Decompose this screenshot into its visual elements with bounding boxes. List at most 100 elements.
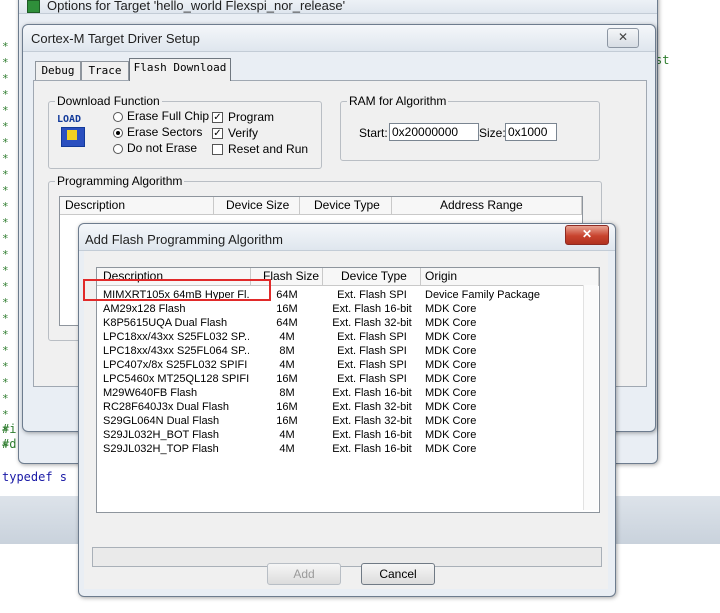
algorithm-row[interactable]: LPC407x/8x S25FL032 SPIFI 4M Ext. Flash SP… (97, 358, 583, 372)
options-titlebar: Options for Target 'hello_world Flexspi_… (19, 0, 657, 14)
algorithm-row[interactable]: S29JL032H_BOT Flash 4M Ext. Flash 16-bit MD… (97, 428, 583, 442)
cell-flash-size: 4M (279, 331, 295, 343)
reset-and-run-label: Reset and Run (228, 142, 309, 156)
add-flash-titlebar: Add Flash Programming Algorithm ✕ (79, 224, 615, 251)
gutter-marker: * (2, 120, 9, 133)
algorithm-row[interactable]: AM29x128 Flash 16M Ext. Flash 16-bit MDK Co… (97, 302, 583, 316)
col-device-size[interactable]: Device Size (214, 197, 300, 214)
programming-algorithm-header: Description Device Size Device Type Addr… (60, 197, 582, 215)
algorithm-list-scroll-area[interactable] (583, 285, 598, 510)
gutter-marker: * (2, 264, 9, 277)
gutter-marker: * (2, 232, 9, 245)
cell-device-type: Ext. Flash 32-bit (332, 415, 412, 427)
download-function-group: Download Function LOAD Erase Full Chip E… (48, 94, 322, 169)
algorithm-row[interactable]: LPC5460x MT25QL128 SPIFI 16M Ext. Flash SP… (97, 372, 583, 386)
keil-app-icon (27, 0, 40, 13)
cell-origin: MDK Core (425, 401, 477, 413)
tab-trace[interactable]: Trace (81, 61, 129, 80)
cell-flash-size: 8M (279, 345, 295, 357)
gutter-marker: * (2, 408, 9, 421)
add-flash-close-button[interactable]: ✕ (565, 225, 609, 245)
gutter-marker: * (2, 72, 9, 85)
cell-flash-size: 4M (279, 443, 295, 455)
radio-do-not-erase[interactable] (113, 144, 123, 154)
tab-flash-download[interactable]: Flash Download (129, 58, 231, 81)
editor-line-2: #d (2, 437, 17, 451)
gutter-marker: * (2, 248, 9, 261)
cell-description: AM29x128 Flash (103, 303, 186, 315)
load-icon: LOAD (57, 114, 89, 148)
gutter-marker: * (2, 168, 9, 181)
tab-debug[interactable]: Debug (35, 61, 81, 80)
col-device-type[interactable]: Device Type (300, 197, 392, 214)
cell-origin: MDK Core (425, 443, 477, 455)
algorithm-list[interactable]: Description Flash Size Device Type Origi… (96, 267, 600, 513)
program-checkbox[interactable]: ✓ (212, 112, 223, 123)
cell-description: K8P5615UQA Dual Flash (103, 317, 228, 329)
cancel-button[interactable]: Cancel (361, 563, 435, 585)
cell-description: S29JL032H_TOP Flash (103, 443, 219, 455)
add-flash-algorithm-dialog: Add Flash Programming Algorithm ✕ Descri… (78, 223, 616, 597)
col-address-range[interactable]: Address Range (392, 197, 582, 214)
cell-device-type: Ext. Flash SPI (337, 331, 407, 343)
cell-device-type: Ext. Flash 16-bit (332, 429, 412, 441)
ram-size-label: Size: (479, 126, 506, 140)
erase-sectors-label: Erase Sectors (127, 125, 203, 139)
algorithm-row[interactable]: LPC18xx/43xx S25FL064 SP... 8M Ext. Flash … (97, 344, 583, 358)
algorithm-row[interactable]: LPC18xx/43xx S25FL032 SP... 4M Ext. Flash … (97, 330, 583, 344)
add-flash-body: Description Flash Size Device Type Origi… (84, 251, 608, 589)
radio-erase-full-chip[interactable] (113, 112, 123, 122)
gutter-marker: * (2, 40, 9, 53)
cell-device-type: Ext. Flash SPI (337, 289, 407, 301)
algorithm-row[interactable]: M29W640FB Flash 8M Ext. Flash 16-bit MDK Co… (97, 386, 583, 400)
cell-origin: MDK Core (425, 317, 477, 329)
highlight-annotation-box (83, 279, 271, 301)
cell-origin: MDK Core (425, 345, 477, 357)
ram-size-input[interactable]: 0x1000 (505, 123, 557, 141)
cell-flash-size: 8M (279, 387, 295, 399)
gutter-marker: * (2, 280, 9, 293)
gutter-marker: * (2, 216, 9, 229)
load-icon-text: LOAD (57, 114, 82, 125)
col-origin[interactable]: Origin (421, 268, 599, 285)
verify-checkbox[interactable]: ✓ (212, 128, 223, 139)
cell-origin: MDK Core (425, 331, 477, 343)
gutter-marker: * (2, 136, 9, 149)
ram-start-input[interactable]: 0x20000000 (389, 123, 479, 141)
algorithm-row[interactable]: K8P5615UQA Dual Flash 64M Ext. Flash 32-bi… (97, 316, 583, 330)
gutter-marker: * (2, 200, 9, 213)
editor-line-3: typedef s (2, 470, 68, 484)
col-device-type[interactable]: Device Type (323, 268, 421, 285)
cell-description: S29JL032H_BOT Flash (103, 429, 219, 441)
gutter-marker: * (2, 360, 9, 373)
add-flash-title: Add Flash Programming Algorithm (85, 232, 283, 247)
gutter-marker: * (2, 376, 9, 389)
cell-flash-size: 16M (276, 415, 298, 427)
gutter-marker: * (2, 104, 9, 117)
cell-description: M29W640FB Flash (103, 387, 198, 399)
gutter-marker: * (2, 152, 9, 165)
gutter-marker: * (2, 296, 9, 309)
driver-setup-close-button[interactable]: ✕ (607, 28, 639, 48)
algorithm-row[interactable]: S29JL032H_TOP Flash 4M Ext. Flash 16-bit MD… (97, 442, 583, 456)
col-description[interactable]: Description (60, 197, 214, 214)
cell-flash-size: 16M (276, 373, 298, 385)
cell-device-type: Ext. Flash 32-bit (332, 317, 412, 329)
radio-erase-sectors[interactable] (113, 128, 123, 138)
gutter-marker: * (2, 184, 9, 197)
cell-description: LPC18xx/43xx S25FL064 SP... (103, 345, 249, 357)
cell-description: S29GL064N Dual Flash (103, 415, 220, 427)
cell-description: LPC407x/8x S25FL032 SPIFI (103, 359, 248, 371)
reset-and-run-checkbox[interactable] (212, 144, 223, 155)
cell-device-type: Ext. Flash 16-bit (332, 443, 412, 455)
cell-description: LPC18xx/43xx S25FL032 SP... (103, 331, 249, 343)
status-field (92, 547, 602, 567)
add-button[interactable]: Add (267, 563, 341, 585)
cell-origin: MDK Core (425, 415, 477, 427)
ram-start-label: Start: (359, 126, 388, 140)
cell-device-type: Ext. Flash 16-bit (332, 387, 412, 399)
ram-for-algorithm-label: RAM for Algorithm (347, 94, 449, 108)
algorithm-row[interactable]: RC28F640J3x Dual Flash 16M Ext. Flash 32-b… (97, 400, 583, 414)
algorithm-row[interactable]: S29GL064N Dual Flash 16M Ext. Flash 32-bit… (97, 414, 583, 428)
cell-flash-size: 16M (276, 303, 298, 315)
